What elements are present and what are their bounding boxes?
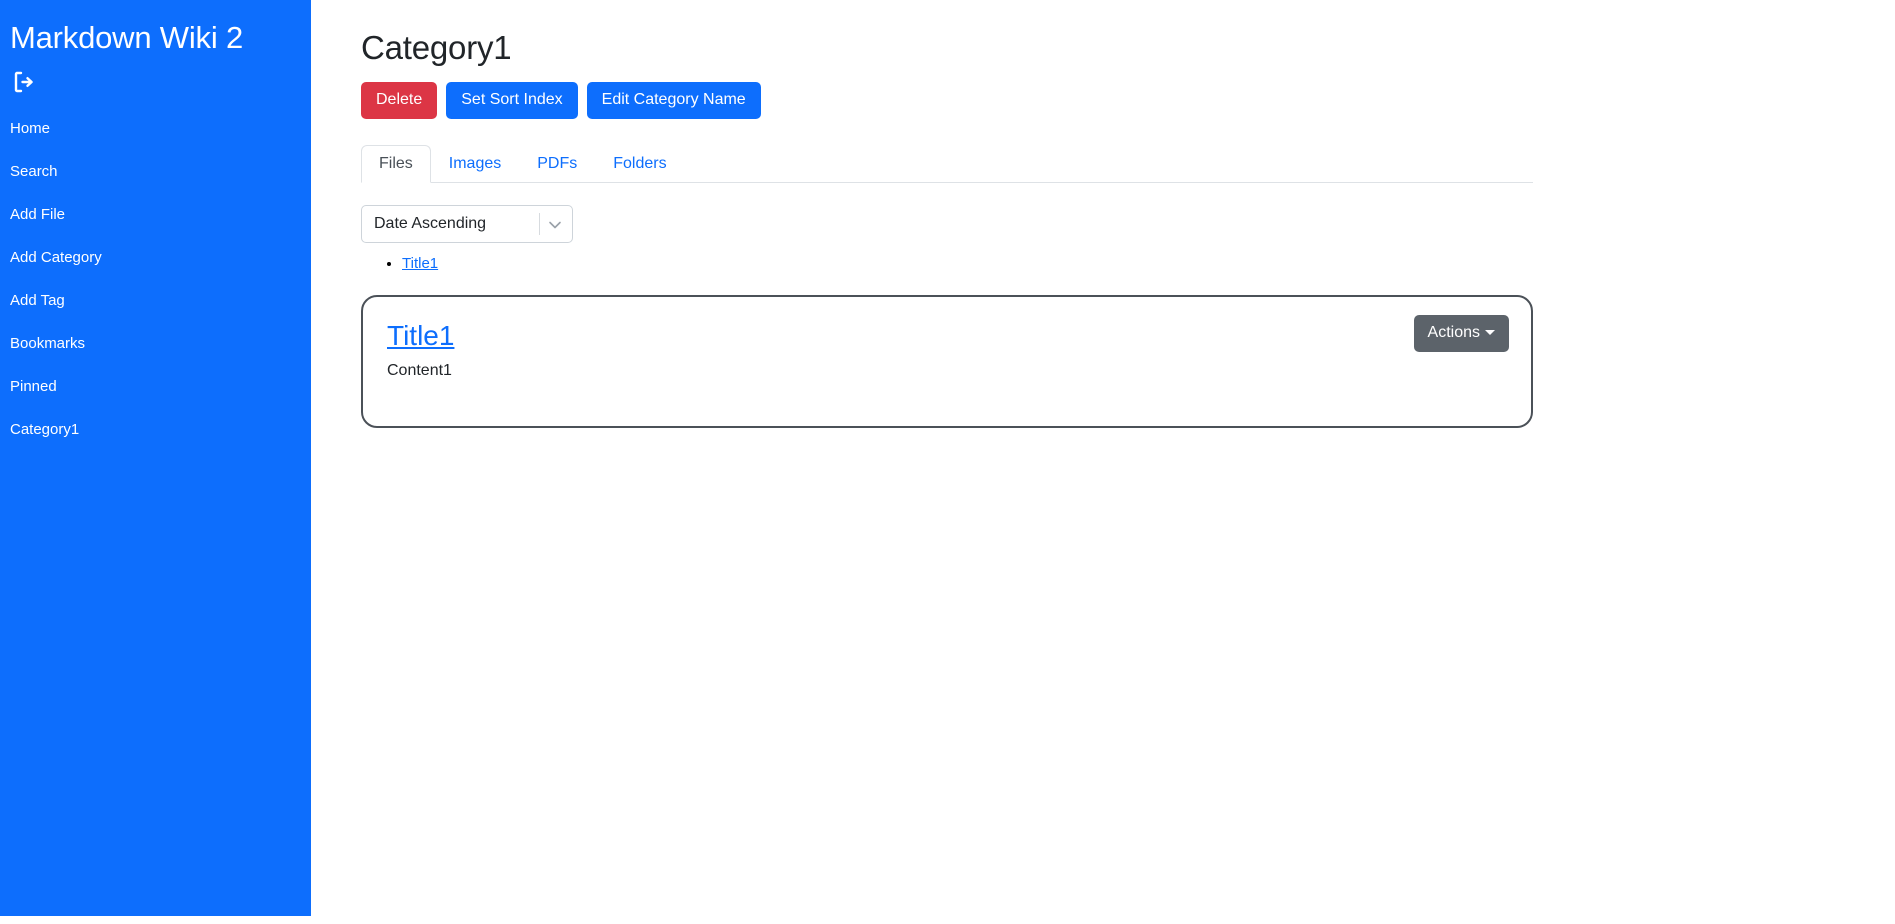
sidebar-nav-list: Home Search Add File Add Category Add Ta… (0, 107, 311, 451)
sidebar-item-search: Search (0, 150, 311, 193)
delete-button[interactable]: Delete (361, 81, 438, 119)
sidebar-link-add-tag[interactable]: Add Tag (0, 279, 311, 322)
sidebar-link-add-category[interactable]: Add Category (0, 236, 311, 279)
sidebar-item-home: Home (0, 107, 311, 150)
caret-down-icon (1485, 329, 1495, 335)
tab-images[interactable]: Images (431, 145, 519, 183)
app-root: Markdown Wiki 2 Home Search Add File Add… (0, 0, 1895, 924)
file-bullet-list: Title1 (361, 255, 1859, 273)
app-brand-title: Markdown Wiki 2 (10, 20, 243, 55)
main-content: Category1 Delete Set Sort Index Edit Cat… (311, 0, 1895, 924)
tab-pdfs[interactable]: PDFs (519, 145, 595, 183)
sidebar-item-add-file: Add File (0, 193, 311, 236)
sidebar-link-add-file[interactable]: Add File (0, 193, 311, 236)
sort-select-wrapper: Date Ascending Date Descending Title Asc… (361, 204, 573, 243)
card-content-text: Content1 (387, 362, 452, 380)
sidebar-link-pinned[interactable]: Pinned (0, 365, 311, 408)
logout-row (0, 56, 311, 107)
content-type-tabs: Files Images PDFs Folders (361, 144, 1533, 183)
sidebar: Markdown Wiki 2 Home Search Add File Add… (0, 0, 311, 916)
edit-category-name-button[interactable]: Edit Category Name (586, 81, 761, 119)
sidebar-item-add-tag: Add Tag (0, 279, 311, 322)
sign-out-icon[interactable] (12, 70, 36, 94)
sidebar-link-search[interactable]: Search (0, 150, 311, 193)
card-title-link[interactable]: Title1 (387, 319, 454, 353)
list-item: Title1 (402, 255, 1859, 273)
sidebar-link-home[interactable]: Home (0, 107, 311, 150)
actions-dropdown-button[interactable]: Actions (1413, 314, 1509, 352)
actions-button-label: Actions (1427, 323, 1480, 341)
sidebar-link-bookmarks[interactable]: Bookmarks (0, 322, 311, 365)
tab-folders[interactable]: Folders (595, 145, 684, 183)
file-card: Title1 Content1 Actions (361, 294, 1533, 428)
sidebar-item-bookmarks: Bookmarks (0, 322, 311, 365)
sidebar-item-add-category: Add Category (0, 236, 311, 279)
file-link-title1[interactable]: Title1 (402, 255, 438, 272)
set-sort-index-button[interactable]: Set Sort Index (446, 81, 578, 119)
sidebar-link-category1[interactable]: Category1 (0, 408, 311, 451)
sidebar-item-pinned: Pinned (0, 365, 311, 408)
tab-files[interactable]: Files (361, 144, 431, 183)
sidebar-item-category1: Category1 (0, 408, 311, 451)
category-action-buttons: Delete Set Sort Index Edit Category Name (361, 81, 1859, 119)
sort-order-select[interactable]: Date Ascending Date Descending Title Asc… (361, 204, 573, 243)
page-title: Category1 (361, 29, 512, 66)
